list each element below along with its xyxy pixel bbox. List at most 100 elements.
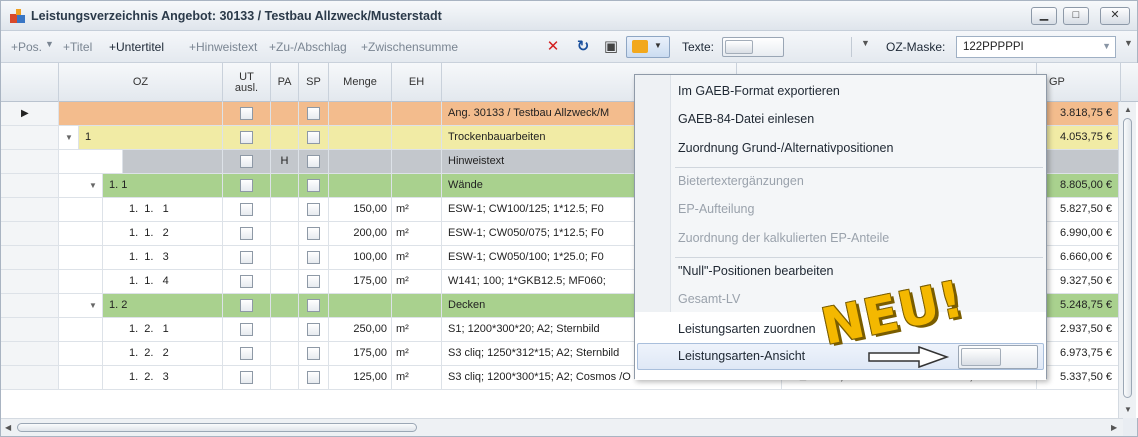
sp-cell[interactable] <box>299 222 329 246</box>
quantity-cell[interactable]: 200,00 <box>329 222 392 246</box>
quantity-cell[interactable] <box>329 150 392 174</box>
sp-cell[interactable] <box>299 246 329 270</box>
row-indicator[interactable] <box>1 150 59 174</box>
unit-cell[interactable] <box>392 150 442 174</box>
add-subtotal-button[interactable]: +Zwischensumme <box>361 40 458 54</box>
row-indicator[interactable] <box>1 366 59 390</box>
sp-cell[interactable] <box>299 270 329 294</box>
row-indicator[interactable] <box>1 342 59 366</box>
total-price-cell[interactable]: 5.827,50 € <box>1037 198 1119 222</box>
ut-cell[interactable] <box>223 222 271 246</box>
quantity-cell[interactable]: 250,00 <box>329 318 392 342</box>
scroll-right-icon[interactable]: ▶ <box>1111 423 1117 432</box>
tree-indent[interactable] <box>59 318 103 342</box>
unit-cell[interactable]: m² <box>392 270 442 294</box>
sp-cell[interactable] <box>299 342 329 366</box>
ut-cell[interactable] <box>223 150 271 174</box>
pa-cell[interactable] <box>271 198 299 222</box>
ut-cell[interactable] <box>223 246 271 270</box>
row-indicator[interactable]: ▶ <box>1 102 59 126</box>
ut-checkbox[interactable] <box>240 347 253 360</box>
total-price-cell[interactable]: 8.805,00 € <box>1037 174 1119 198</box>
oz-cell[interactable] <box>59 102 223 126</box>
ut-cell[interactable] <box>223 102 271 126</box>
pa-cell[interactable] <box>271 126 299 150</box>
header-pa[interactable]: PA <box>271 63 299 102</box>
tree-expand-icon[interactable]: ▼ <box>89 174 97 198</box>
texts-toggle[interactable] <box>722 37 784 57</box>
row-indicator[interactable] <box>1 126 59 150</box>
menu-item-ep-split[interactable]: EP-Aufteilung <box>678 202 754 216</box>
sp-cell[interactable] <box>299 102 329 126</box>
total-price-cell[interactable]: 6.660,00 € <box>1037 246 1119 270</box>
sp-cell[interactable] <box>299 294 329 318</box>
ut-cell[interactable] <box>223 366 271 390</box>
header-menge[interactable]: Menge <box>329 63 392 102</box>
total-price-cell[interactable]: 5.337,50 € <box>1037 366 1119 390</box>
total-price-cell[interactable]: 5.248,75 € <box>1037 294 1119 318</box>
refresh-icon[interactable]: ↻ <box>574 38 592 56</box>
ut-checkbox[interactable] <box>240 227 253 240</box>
quantity-cell[interactable]: 150,00 <box>329 198 392 222</box>
ut-checkbox[interactable] <box>240 131 253 144</box>
oz-mask-select[interactable]: 122PPPPPI ▼ <box>956 36 1116 58</box>
sp-checkbox[interactable] <box>307 203 320 216</box>
ut-cell[interactable] <box>223 198 271 222</box>
chevron-down-icon[interactable]: ▼ <box>1124 38 1133 48</box>
row-indicator[interactable] <box>1 270 59 294</box>
oz-cell[interactable]: 1. 2. 2 <box>103 342 223 366</box>
ut-cell[interactable] <box>223 270 271 294</box>
pa-cell[interactable] <box>271 246 299 270</box>
scroll-left-icon[interactable]: ◀ <box>5 423 11 432</box>
tree-indent[interactable] <box>59 198 103 222</box>
ut-checkbox[interactable] <box>240 251 253 264</box>
oz-cell[interactable]: 1. 1. 3 <box>103 246 223 270</box>
vertical-scroll-thumb[interactable] <box>1123 118 1132 398</box>
pa-cell[interactable] <box>271 102 299 126</box>
minimize-button[interactable]: ▁ <box>1031 7 1057 25</box>
quantity-cell[interactable] <box>329 294 392 318</box>
sp-cell[interactable] <box>299 126 329 150</box>
unit-cell[interactable]: m² <box>392 246 442 270</box>
ut-checkbox[interactable] <box>240 203 253 216</box>
oz-cell[interactable]: 1. 2. 3 <box>103 366 223 390</box>
quantity-cell[interactable] <box>329 102 392 126</box>
chevron-down-icon[interactable]: ▼ <box>45 39 54 49</box>
close-button[interactable]: ✕ <box>1100 7 1130 25</box>
unit-cell[interactable]: m² <box>392 342 442 366</box>
row-indicator[interactable] <box>1 198 59 222</box>
tree-expand-icon[interactable]: ▼ <box>65 126 73 150</box>
ut-cell[interactable] <box>223 318 271 342</box>
ut-checkbox[interactable] <box>240 299 253 312</box>
scroll-up-icon[interactable]: ▲ <box>1124 105 1132 114</box>
ut-cell[interactable] <box>223 126 271 150</box>
scroll-down-icon[interactable]: ▼ <box>1124 405 1132 414</box>
sp-checkbox[interactable] <box>307 347 320 360</box>
oz-cell[interactable]: 1 <box>79 126 223 150</box>
sp-checkbox[interactable] <box>307 275 320 288</box>
row-indicator[interactable] <box>1 318 59 342</box>
add-surcharge-button[interactable]: +Zu-/Abschlag <box>269 40 347 54</box>
oz-cell[interactable]: 1. 1. 1 <box>103 198 223 222</box>
pa-cell[interactable]: H <box>271 150 299 174</box>
header-oz[interactable]: OZ <box>59 63 223 102</box>
total-price-cell[interactable]: 6.973,75 € <box>1037 342 1119 366</box>
row-indicator[interactable] <box>1 294 59 318</box>
horizontal-scrollbar[interactable]: ◀ ▶ <box>1 418 1123 436</box>
header-gp[interactable]: GP <box>1037 63 1121 102</box>
sp-checkbox[interactable] <box>307 155 320 168</box>
pa-cell[interactable] <box>271 318 299 342</box>
unit-cell[interactable] <box>392 174 442 198</box>
menu-item-bidder-text[interactable]: Bietertextergänzungen <box>678 174 804 188</box>
total-price-cell[interactable] <box>1037 150 1119 174</box>
pa-cell[interactable] <box>271 174 299 198</box>
add-position-button[interactable]: +Pos. <box>11 40 42 54</box>
pa-cell[interactable] <box>271 342 299 366</box>
chevron-down-icon[interactable]: ▼ <box>861 38 870 48</box>
tree-indent[interactable] <box>59 270 103 294</box>
oz-cell[interactable]: 1. 1. 2 <box>103 222 223 246</box>
maximize-button[interactable]: □ <box>1063 7 1089 25</box>
sp-checkbox[interactable] <box>307 251 320 264</box>
add-note-button[interactable]: +Hinweistext <box>189 40 257 54</box>
ut-cell[interactable] <box>223 294 271 318</box>
